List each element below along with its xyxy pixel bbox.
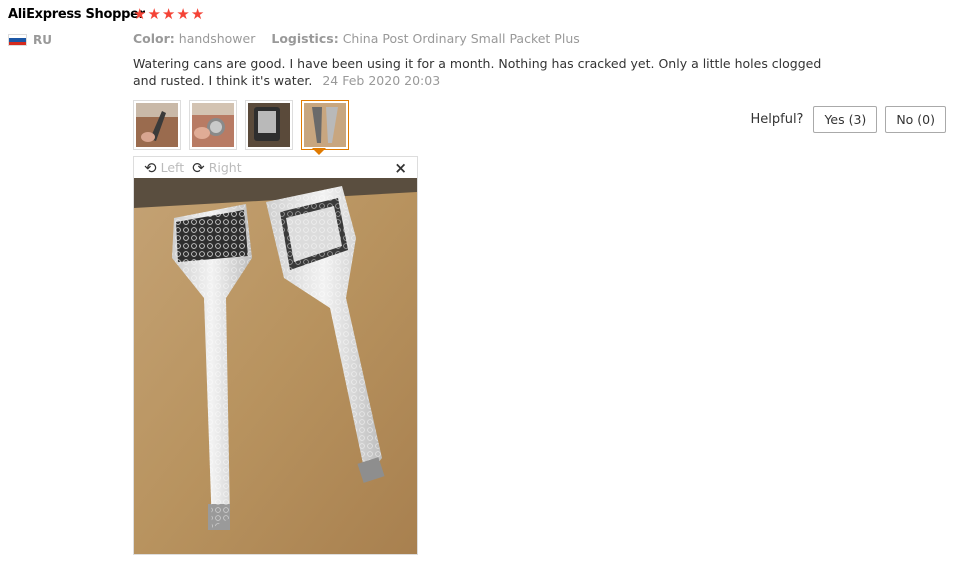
review-photo — [134, 178, 417, 554]
vote-no-button[interactable]: No (0) — [885, 106, 946, 133]
thumbnail-image — [192, 103, 234, 147]
rotate-right-button[interactable]: ⟳ Right — [192, 159, 242, 177]
rotate-left-button[interactable]: ⟲ Left — [144, 159, 184, 177]
thumbnail-image — [136, 103, 178, 147]
user-name: AliExpress Shopper — [8, 7, 145, 22]
order-info: Color: handshower Logistics: China Post … — [133, 31, 580, 46]
close-icon[interactable]: × — [394, 159, 407, 177]
star-icon: ★ — [176, 5, 190, 23]
thumbnail-2[interactable] — [189, 100, 237, 150]
rotate-right-label: Right — [208, 160, 242, 175]
viewer-toolbar: ⟲ Left ⟳ Right × — [134, 157, 417, 178]
color-label: Color: — [133, 31, 175, 46]
logistics-value: China Post Ordinary Small Packet Plus — [342, 31, 580, 46]
star-icon: ★ — [147, 5, 161, 23]
review-date: 24 Feb 2020 20:03 — [322, 73, 441, 88]
review-body: Watering cans are good. I have been usin… — [133, 55, 833, 89]
helpful-label: Helpful? — [750, 112, 804, 127]
photo-viewer: ⟲ Left ⟳ Right × — [133, 156, 418, 555]
vote-yes-button[interactable]: Yes (3) — [813, 106, 878, 133]
thumbnail-3[interactable] — [245, 100, 293, 150]
star-icon: ★ — [190, 5, 205, 23]
rating-stars: ★ ★ ★ ★ ★ — [133, 6, 204, 22]
thumbnail-1[interactable] — [133, 100, 181, 150]
thumbnail-4[interactable] — [301, 100, 349, 150]
review-text: Watering cans are good. I have been usin… — [133, 56, 822, 88]
rotate-left-label: Left — [160, 160, 185, 175]
russia-flag-icon — [8, 34, 27, 46]
rotate-left-icon: ⟲ — [144, 158, 157, 177]
logistics-label: Logistics: — [271, 31, 339, 46]
rotate-right-icon: ⟳ — [192, 158, 205, 177]
color-info: Color: handshower — [133, 31, 255, 46]
reviewer-country: RU — [8, 33, 52, 47]
photo-thumbnails — [133, 100, 349, 150]
thumbnail-image — [304, 103, 346, 147]
color-value: handshower — [178, 31, 256, 46]
thumbnail-image — [248, 103, 290, 147]
country-code: RU — [33, 33, 52, 47]
helpful-vote: Helpful? Yes (3) No (0) — [750, 106, 946, 133]
star-icon: ★ — [161, 5, 176, 23]
logistics-info: Logistics: China Post Ordinary Small Pac… — [271, 31, 579, 46]
star-icon: ★ — [133, 5, 147, 23]
selected-thumbnail-pointer — [312, 148, 326, 155]
